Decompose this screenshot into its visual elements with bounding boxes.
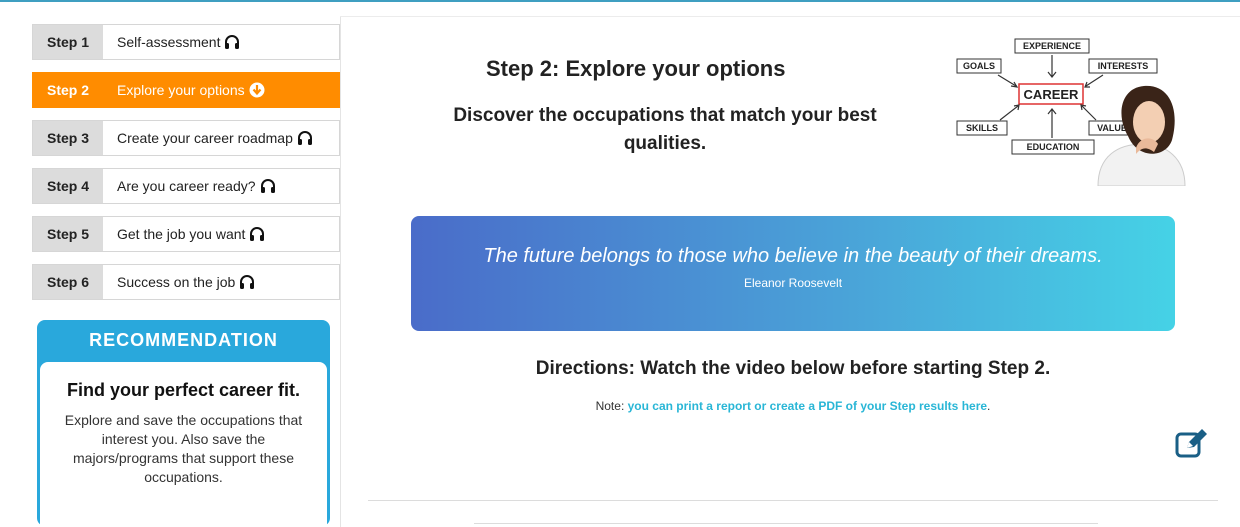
step-number: Step 2: [33, 73, 103, 107]
recommendation-title: RECOMMENDATION: [89, 330, 278, 350]
diagram-label-goals: GOALS: [963, 61, 995, 71]
step-number: Step 3: [33, 121, 103, 155]
note-prefix: Note:: [595, 399, 628, 413]
directions-heading: Directions: Watch the video below before…: [535, 358, 1051, 379]
step-label: Create your career roadmap: [117, 130, 293, 146]
step-6-link[interactable]: Step 6 Success on the job: [32, 264, 340, 300]
headphones-icon: [297, 131, 312, 145]
step-1-link[interactable]: Step 1 Self-assessment: [32, 24, 340, 60]
page-subtitle: Discover the occupations that match your…: [453, 105, 877, 154]
step-3-link[interactable]: Step 3 Create your career roadmap: [32, 120, 340, 156]
recommendation-text: Explore and save the occupations that in…: [64, 412, 303, 485]
step-number: Step 6: [33, 265, 103, 299]
quote-text: The future belongs to those who believe …: [483, 245, 1103, 267]
diagram-label-skills: SKILLS: [966, 123, 998, 133]
page-title: Step 2: Explore your options: [486, 56, 786, 81]
note-suffix: .: [987, 399, 991, 413]
edit-icon[interactable]: [1175, 428, 1209, 460]
panel-top-border: [340, 16, 1240, 17]
quote-author: Eleanor Roosevelt: [743, 276, 843, 290]
person-illustration: [1097, 85, 1186, 186]
headphones-icon: [225, 35, 240, 49]
panel-divider: [340, 16, 341, 527]
career-diagram-image: EXPERIENCE GOALS INTERESTS CAREER SKILLS…: [956, 38, 1186, 186]
diagram-label-experience: EXPERIENCE: [1023, 41, 1081, 51]
quote-banner: The future belongs to those who believe …: [411, 216, 1175, 331]
step-label: Success on the job: [117, 274, 236, 290]
step-label: Explore your options: [117, 82, 245, 98]
step-label: Are you career ready?: [117, 178, 256, 194]
headphones-icon: [250, 227, 265, 241]
video-frame-top: [474, 523, 1098, 524]
step-number: Step 1: [33, 25, 103, 59]
step-number: Step 5: [33, 217, 103, 251]
headphones-icon: [240, 275, 255, 289]
recommendation-heading: Find your perfect career fit.: [66, 380, 301, 400]
diagram-label-education: EDUCATION: [1027, 142, 1080, 152]
diagram-label-career: CAREER: [1024, 87, 1080, 102]
step-label: Self-assessment: [117, 34, 221, 50]
headphones-icon: [260, 179, 275, 193]
note-text: Note: you can print a report or create a…: [368, 399, 1218, 413]
step-number: Step 4: [33, 169, 103, 203]
report-pdf-link[interactable]: you can print a report or create a PDF o…: [628, 399, 987, 413]
recommendation-body: Find your perfect career fit. Explore an…: [40, 362, 327, 526]
section-divider: [368, 500, 1218, 501]
step-2-link[interactable]: Step 2 Explore your options: [32, 72, 340, 108]
step-label: Get the job you want: [117, 226, 246, 242]
step-5-link[interactable]: Step 5 Get the job you want: [32, 216, 340, 252]
diagram-label-interests: INTERESTS: [1098, 61, 1149, 71]
top-accent-line: [0, 0, 1240, 2]
step-4-link[interactable]: Step 4 Are you career ready?: [32, 168, 340, 204]
arrow-down-circle-icon: [249, 82, 265, 98]
recommendation-box: RECOMMENDATION Find your perfect career …: [37, 320, 330, 526]
